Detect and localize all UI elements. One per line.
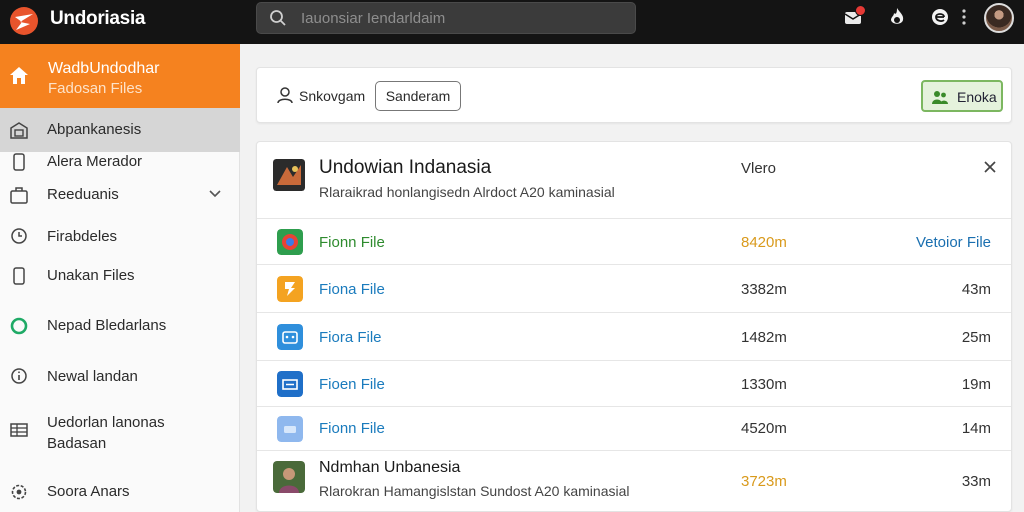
sidebar-item-label: Soora Anars xyxy=(47,483,130,500)
green-circle-icon xyxy=(10,317,28,335)
table-row-featured[interactable]: Ndmhan Unbanesia Rlarokran Hamangislstan… xyxy=(257,450,1011,512)
sidebar-item-uedorlan-lanonas[interactable]: Uedorlan lanonas Badasan xyxy=(0,406,240,456)
featured-subtitle: Rlarokran Hamangislstan Sundost A20 kami… xyxy=(319,483,630,499)
settings-icon xyxy=(11,484,27,500)
file-size: 8420m xyxy=(741,234,787,251)
table-row[interactable]: Fionn File 8420m Vetoior File xyxy=(257,218,1011,264)
chevron-down-icon[interactable] xyxy=(208,187,222,201)
building-icon xyxy=(10,122,28,139)
file-extra: 14m xyxy=(961,420,991,437)
orange-doc-icon xyxy=(277,276,303,302)
top-bar: Undoriasia xyxy=(0,0,1024,44)
enoka-button-label: Enoka xyxy=(957,89,997,105)
notification-badge xyxy=(855,5,866,16)
file-extra: 19m xyxy=(961,376,991,393)
search-input[interactable] xyxy=(301,7,621,29)
sidebar-hero-title: WadbUndodhar xyxy=(48,60,160,77)
sidebar-item-soora-anars[interactable]: Soora Anars xyxy=(0,474,240,510)
clock-icon xyxy=(11,228,27,244)
grid-icon xyxy=(10,423,28,437)
list-title: Undowian Indanasia xyxy=(319,157,492,178)
sidebar-item-firabdeles[interactable]: Firabdeles xyxy=(0,216,240,256)
blue-app-icon xyxy=(277,324,303,350)
info-icon xyxy=(11,368,27,384)
list-meta: Vlero xyxy=(741,160,777,177)
file-icon xyxy=(13,267,25,285)
file-size: 4520m xyxy=(741,420,787,437)
enoka-button[interactable]: Enoka xyxy=(921,80,1003,112)
sidebar-hero[interactable]: WadbUndodhar Fadosan Files xyxy=(0,44,240,108)
sidebar-item-label: Firabdeles xyxy=(47,228,118,245)
table-row[interactable]: Fioen File 1330m 19m xyxy=(257,360,1011,406)
home-icon xyxy=(10,67,28,84)
blue-frame-icon xyxy=(277,371,303,397)
sidebar-item-label-line2: Badasan xyxy=(47,435,107,452)
sidebar-item-alera-merador[interactable]: Alera Merador xyxy=(0,152,240,180)
logo-icon[interactable] xyxy=(8,5,40,37)
sidebar-item-reeduanis[interactable]: Reeduanis xyxy=(0,180,240,210)
list-subtitle: Rlaraikrad honlangisedn Alrdoct A20 kami… xyxy=(319,184,615,200)
sidebar-item-label: Reeduanis xyxy=(47,186,119,203)
toolbar: Snkovgam Sanderam Enoka xyxy=(256,67,1012,123)
table-row[interactable]: Fiona File 3382m 43m xyxy=(257,264,1011,312)
file-size: 1330m xyxy=(741,376,787,393)
sidebar-item-label: Abpankanesis xyxy=(47,121,142,138)
file-extra-link[interactable]: Vetoior File xyxy=(916,234,991,251)
featured-title[interactable]: Ndmhan Unbanesia xyxy=(319,459,460,477)
file-name[interactable]: Fioen File xyxy=(319,376,385,393)
app-name: Undoriasia xyxy=(50,8,146,29)
briefcase-icon xyxy=(10,187,28,204)
user-icon xyxy=(277,87,293,104)
file-extra: 33m xyxy=(961,473,991,490)
fire-icon[interactable] xyxy=(886,6,908,28)
file-name[interactable]: Fionn File xyxy=(319,420,385,437)
file-size: 3723m xyxy=(741,473,787,490)
sidebar: WadbUndodhar Fadosan Files Abpankanesis … xyxy=(0,44,240,512)
file-name[interactable]: Fionn File xyxy=(319,234,385,251)
sidebar-item-unakan-files[interactable]: Unakan Files xyxy=(0,256,240,296)
file-size: 1482m xyxy=(741,329,787,346)
photo-thumbnail-icon xyxy=(273,461,305,493)
sidebar-item-label: Unakan Files xyxy=(47,267,135,284)
table-row[interactable]: Fiora File 1482m 25m xyxy=(257,312,1011,360)
sidebar-item-nepad-bledarlans[interactable]: Nepad Bledarlans xyxy=(0,306,240,346)
e-icon[interactable] xyxy=(929,6,951,28)
phone-icon xyxy=(13,153,25,171)
file-list-card: Undowian Indanasia Rlaraikrad honlangise… xyxy=(256,141,1012,512)
user-label: Snkovgam xyxy=(299,88,366,104)
file-name[interactable]: Fiona File xyxy=(319,281,385,298)
sidebar-item-newal-landan[interactable]: Newal landan xyxy=(0,356,240,396)
sidebar-item-label: Uedorlan lanonas xyxy=(47,414,165,431)
search-bar[interactable] xyxy=(256,2,636,34)
sidebar-item-label: Nepad Bledarlans xyxy=(47,317,167,334)
sidebar-hero-subtitle: Fadosan Files xyxy=(48,80,143,97)
menu-dots-icon[interactable] xyxy=(958,6,970,28)
light-blue-icon xyxy=(277,416,303,442)
table-row[interactable]: Fionn File 4520m 14m xyxy=(257,406,1011,450)
sidebar-item-label: Newal landan xyxy=(47,368,138,385)
file-extra: 25m xyxy=(961,329,991,346)
chrome-icon xyxy=(277,229,303,255)
avatar[interactable] xyxy=(984,3,1014,33)
sanderam-button[interactable]: Sanderam xyxy=(375,81,461,111)
header-thumbnail-icon xyxy=(273,159,305,191)
file-name[interactable]: Fiora File xyxy=(319,329,382,346)
people-icon xyxy=(932,91,948,104)
sidebar-item-label: Alera Merador xyxy=(47,153,143,170)
search-icon xyxy=(270,10,286,26)
file-extra: 43m xyxy=(961,281,991,298)
file-size: 3382m xyxy=(741,281,787,298)
close-icon[interactable] xyxy=(979,156,1001,178)
sidebar-item-abpankanesis[interactable]: Abpankanesis xyxy=(0,108,240,152)
